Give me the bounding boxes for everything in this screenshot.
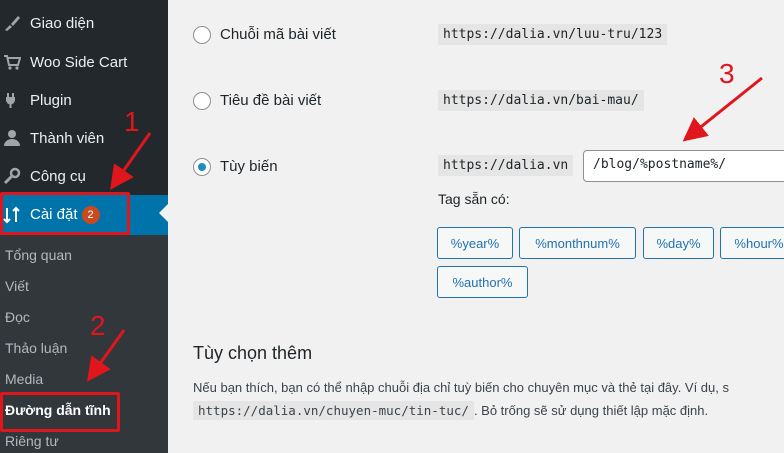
custom-structure-input[interactable]: /blog/%postname%/: [583, 150, 784, 182]
option-label-numeric: Chuỗi mã bài viết: [220, 26, 336, 43]
example-category-url: https://dalia.vn/chuyen-muc/tin-tuc/: [193, 401, 474, 420]
menu-item-label: Plugin: [30, 91, 72, 109]
tag-button-year[interactable]: %year%: [437, 227, 513, 259]
tag-button-hour[interactable]: %hour%: [720, 227, 784, 259]
paintbrush-icon: [2, 13, 22, 33]
radio-numeric[interactable]: [193, 26, 211, 44]
option-label-post-name: Tiêu đề bài viết: [220, 92, 322, 109]
submenu-item-media[interactable]: Media: [5, 371, 43, 387]
submenu-item-writing[interactable]: Viết: [5, 278, 29, 294]
settings-label-wrap: Cài đặt 2: [30, 206, 100, 224]
annotation-number-1: 1: [124, 106, 140, 137]
menu-item-label: Công cụ: [30, 167, 86, 185]
settings-icon: [2, 205, 22, 225]
custom-base-url: https://dalia.vn: [438, 155, 574, 176]
submenu-item-privacy[interactable]: Riêng tư: [5, 433, 59, 449]
cart-icon: [2, 52, 22, 72]
tag-button-author[interactable]: %author%: [437, 266, 528, 298]
optional-description-line2: https://dalia.vn/chuyen-muc/tin-tuc/. Bỏ…: [193, 401, 709, 420]
optional-section-title: Tùy chọn thêm: [193, 343, 313, 363]
plug-icon: [2, 90, 22, 110]
tag-button-day[interactable]: %day%: [643, 227, 714, 259]
wrench-icon: [2, 166, 22, 186]
update-count-badge: 2: [81, 206, 100, 224]
submenu-item-discussion[interactable]: Thảo luận: [5, 340, 67, 356]
example-url-post-name: https://dalia.vn/bai-mau/: [438, 90, 644, 111]
user-icon: [2, 128, 22, 148]
admin-sidebar: Giao diện Woo Side Cart Plugin Thành viê…: [0, 0, 168, 453]
submenu-item-general[interactable]: Tổng quan: [5, 247, 72, 263]
optional-description-line1: Nếu bạn thích, bạn có thể nhập chuỗi địa…: [193, 380, 729, 395]
available-tags-label: Tag sẵn có:: [438, 191, 510, 207]
annotation-number-2: 2: [90, 310, 106, 341]
tag-button-monthnum[interactable]: %monthnum%: [519, 227, 636, 259]
radio-post-name[interactable]: [193, 92, 211, 110]
menu-item-appearance[interactable]: Giao diện: [0, 5, 168, 41]
example-url-numeric: https://dalia.vn/luu-tru/123: [438, 24, 668, 45]
menu-item-label: Cài đặt: [30, 206, 78, 223]
menu-item-label: Giao diện: [30, 14, 95, 32]
menu-item-label: Thành viên: [30, 129, 105, 147]
menu-item-plugins[interactable]: Plugin: [0, 82, 168, 118]
option-label-custom: Tùy biến: [220, 158, 278, 175]
menu-item-users[interactable]: Thành viên: [0, 120, 168, 156]
radio-custom-structure[interactable]: [193, 158, 211, 176]
menu-item-label: Woo Side Cart: [30, 53, 128, 71]
optional-description-tail: . Bỏ trống sẽ sử dụng thiết lập mặc định…: [473, 403, 709, 418]
menu-item-settings[interactable]: Cài đặt 2: [0, 195, 168, 235]
submenu-item-reading[interactable]: Đọc: [5, 309, 30, 325]
settings-submenu: Tổng quan Viết Đọc Thảo luận Media Đường…: [0, 235, 168, 453]
submenu-item-permalinks[interactable]: Đường dẫn tĩnh: [5, 402, 111, 418]
menu-item-tools[interactable]: Công cụ: [0, 158, 168, 194]
annotation-number-3: 3: [719, 58, 735, 89]
menu-item-woo-side-cart[interactable]: Woo Side Cart: [0, 44, 168, 80]
